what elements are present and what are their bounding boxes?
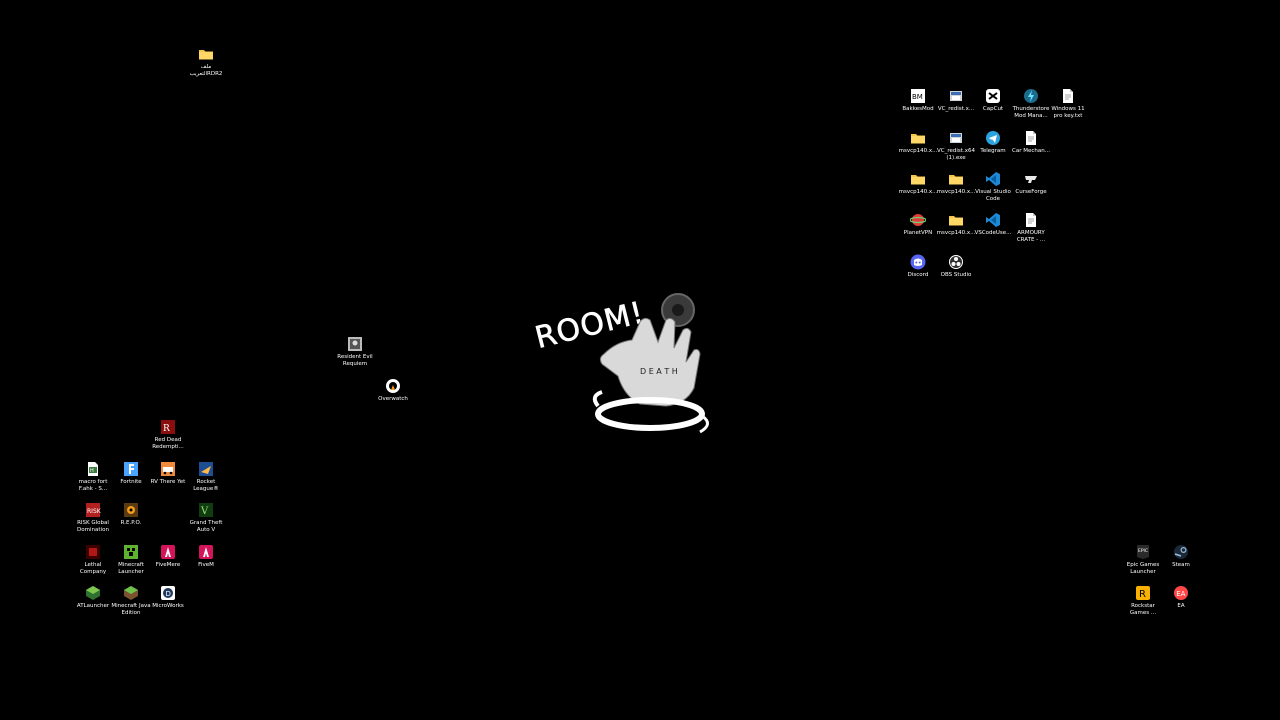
desktop-icon-label: Overwatch <box>378 396 408 402</box>
obs-icon <box>948 254 964 270</box>
epic-icon: EPIC <box>1135 544 1151 560</box>
desktop-icon-rdr2[interactable]: R Red Dead Redempti... <box>146 417 190 451</box>
micro-icon: D <box>160 585 176 601</box>
desktop[interactable]: { "wallpaper": { "text": "ROOM!", "hand_… <box>0 0 1280 720</box>
folder-icon <box>198 46 214 62</box>
ea-icon: EA <box>1173 585 1189 601</box>
desktop-icon-label: MicroWorks <box>152 603 184 609</box>
installer-icon <box>948 130 964 146</box>
desktop-icon-label: CurseForge <box>1015 189 1047 195</box>
desktop-icon-label: ARMOURY CRATE - ... <box>1016 230 1046 243</box>
svg-text:EPIC: EPIC <box>1138 548 1148 554</box>
lethal-icon <box>85 544 101 560</box>
desktop-icon-label: OBS Studio <box>940 272 972 278</box>
folder-icon <box>948 212 964 228</box>
desktop-icon-label: EA <box>1177 603 1185 609</box>
fivem-icon <box>198 544 214 560</box>
desktop-icon-label: Steam <box>1172 562 1190 568</box>
fivem-icon <box>160 544 176 560</box>
desktop-icon-label: Rocket League® <box>193 479 219 492</box>
svg-text:R: R <box>1139 589 1146 600</box>
folder-icon <box>910 171 926 187</box>
desktop-icon-label: R.E.P.O. <box>120 520 142 526</box>
desktop-icon-re-requiem[interactable]: Resident Evil Requiem <box>333 334 377 368</box>
steam-icon <box>1173 544 1189 560</box>
rockstar-icon: R <box>1135 585 1151 601</box>
svg-text:RISK: RISK <box>87 508 101 515</box>
desktop-icon-label: ملف التعريبRDR2 <box>189 64 223 77</box>
desktop-icon-label: Grand Theft Auto V <box>189 520 223 533</box>
risk-icon: RISK <box>85 502 101 518</box>
rdr-icon: R <box>160 419 176 435</box>
installer-icon <box>948 88 964 104</box>
desktop-icon-rdr2-folder[interactable]: ملف التعريبRDR2 <box>184 44 228 78</box>
wallpaper-artwork: ROOM! D E A T H <box>528 276 724 446</box>
desktop-icon-fivem[interactable]: FiveM <box>184 542 228 569</box>
repo-icon <box>123 502 139 518</box>
capcut-icon <box>985 88 1001 104</box>
rocket-icon <box>198 461 214 477</box>
gta-icon: V <box>198 502 214 518</box>
svg-text:H: H <box>90 468 94 474</box>
discord-icon <box>910 254 926 270</box>
doc-icon <box>1023 212 1039 228</box>
desktop-icon-win11-key[interactable]: Windows 11 pro key.txt <box>1046 86 1090 120</box>
ahk-icon: H <box>85 461 101 477</box>
svg-text:BM: BM <box>912 93 923 101</box>
mcjava-icon <box>123 585 139 601</box>
bm-icon: BM <box>910 88 926 104</box>
svg-text:D: D <box>166 590 171 598</box>
svg-text:EA: EA <box>1176 590 1185 598</box>
desktop-icon-label: Car Mechan... <box>1012 148 1050 154</box>
desktop-icon-label: Windows 11 pro key.txt <box>1051 106 1085 119</box>
doc-icon <box>1023 130 1039 146</box>
desktop-icon-rocket-league[interactable]: Rocket League® <box>184 459 228 493</box>
curse-icon <box>1023 171 1039 187</box>
fortnite-icon <box>123 461 139 477</box>
svg-text:R: R <box>163 424 170 434</box>
planet-icon <box>910 212 926 228</box>
vscode-icon <box>985 212 1001 228</box>
doc-icon <box>1060 88 1076 104</box>
desktop-icon-ea[interactable]: EA EA <box>1159 583 1203 610</box>
desktop-icon-gta5[interactable]: V Grand Theft Auto V <box>184 500 228 534</box>
thunder-icon <box>1023 88 1039 104</box>
desktop-icon-curseforge[interactable]: CurseForge <box>1009 169 1053 196</box>
telegram-icon <box>985 130 1001 146</box>
rv-icon <box>160 461 176 477</box>
desktop-icon-car-mechanic[interactable]: Car Mechan... <box>1009 128 1053 155</box>
desktop-icon-microworks[interactable]: D MicroWorks <box>146 583 190 610</box>
desktop-icon-label: FiveM <box>198 562 214 568</box>
re-icon <box>347 336 363 352</box>
desktop-icon-steam[interactable]: Steam <box>1159 542 1203 569</box>
svg-text:V: V <box>200 506 209 517</box>
desktop-icon-armoury[interactable]: ARMOURY CRATE - ... <box>1009 210 1053 244</box>
desktop-icon-overwatch[interactable]: Overwatch <box>371 376 415 403</box>
desktop-icon-obs[interactable]: OBS Studio <box>934 252 978 279</box>
desktop-icon-repo[interactable]: R.E.P.O. <box>109 500 153 527</box>
desktop-icon-label: Resident Evil Requiem <box>337 354 373 367</box>
folder-icon <box>910 130 926 146</box>
minecraft-icon <box>123 544 139 560</box>
atl-icon <box>85 585 101 601</box>
overwatch-icon <box>385 378 401 394</box>
folder-icon <box>948 171 964 187</box>
desktop-icon-label: Red Dead Redempti... <box>152 437 184 450</box>
svg-text:D E A T H: D E A T H <box>640 367 678 376</box>
vscode-icon <box>985 171 1001 187</box>
